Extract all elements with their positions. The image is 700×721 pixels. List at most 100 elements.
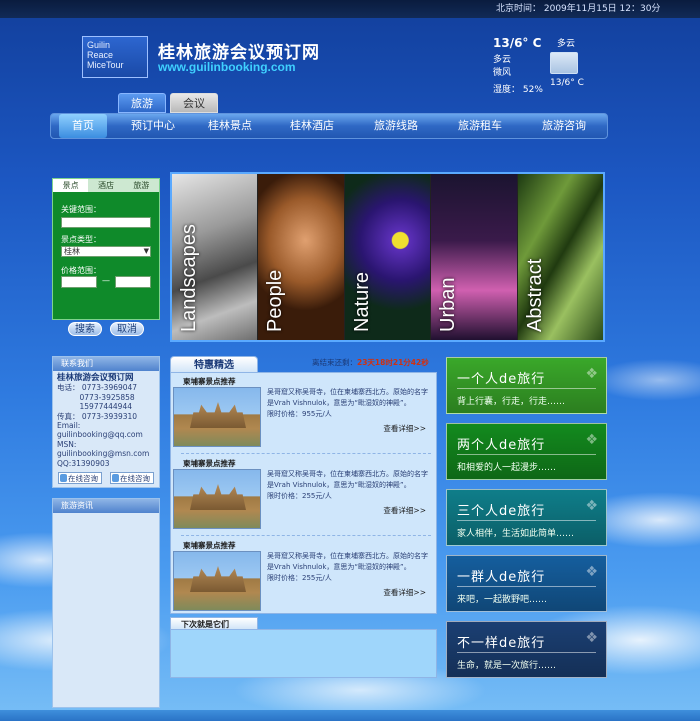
search-button[interactable]: 搜索 (68, 322, 102, 336)
banner-label: Landscapes (178, 224, 200, 332)
special-item-desc: 吴哥窟又称吴哥寺，位在柬埔寨西北方。原始的名字是Vrah Vishnulok，意… (267, 388, 428, 407)
logo-line: Guilin (87, 40, 111, 50)
online-consult-button-2[interactable]: 在线咨询 (110, 472, 154, 484)
promo-solo[interactable]: 一个人de旅行 背上行囊，行走，行走…… ❖ (446, 357, 607, 414)
countdown: 离结束还剩：23天18时21分42秒 (312, 357, 429, 368)
divider (181, 453, 431, 454)
special-item: 柬埔寨景点推荐 吴哥窟又称吴哥寺，位在柬埔寨西北方。原始的名字是Vrah Vis… (171, 537, 436, 615)
nav-hotels[interactable]: 桂林酒店 (279, 114, 345, 138)
special-item-title[interactable]: 柬埔寨景点推荐 (183, 376, 236, 387)
footprint-icon: ❖ (585, 630, 598, 646)
nav-consult[interactable]: 旅游咨询 (531, 114, 597, 138)
divider (181, 535, 431, 536)
type-select-value: 桂林 (64, 247, 80, 256)
contact-panel: 联系我们 桂林旅游会议预订网 电话： 0773-3969047 0773-392… (52, 356, 160, 488)
promo-different[interactable]: 不一样de旅行 生命，就是一次旅行…… ❖ (446, 621, 607, 678)
search-tab-hotels[interactable]: 酒店 (88, 179, 123, 192)
contact-line: 0773-3925858 (57, 392, 135, 402)
footprint-icon: ❖ (585, 564, 598, 580)
specials-panel: 柬埔寨景点推荐 吴哥窟又称吴哥寺，位在柬埔寨西北方。原始的名字是Vrah Vis… (170, 372, 437, 614)
footprint-icon: ❖ (585, 498, 598, 514)
footprint-icon: ❖ (585, 432, 598, 448)
search-tab-travel[interactable]: 旅游 (124, 179, 159, 192)
banner-panel-abstract[interactable]: Abstract (517, 174, 604, 340)
search-tab-attractions[interactable]: 景点 (53, 179, 89, 192)
nav-home[interactable]: 首页 (59, 114, 107, 138)
special-item: 柬埔寨景点推荐 吴哥窟又称吴哥寺，位在柬埔寨西北方。原始的名字是Vrah Vis… (171, 373, 436, 451)
logo-line: MiceTour (87, 60, 124, 70)
online-consult-button[interactable]: 在线咨询 (58, 472, 102, 484)
news-header: 旅游资讯 (53, 499, 159, 513)
bottom-bar (0, 710, 700, 721)
contact-line: guilinbooking@qq.com (57, 430, 143, 440)
special-item-image[interactable] (173, 469, 261, 529)
promo-family[interactable]: 三个人de旅行 家人相伴，生活如此简单…… ❖ (446, 489, 607, 546)
contact-header: 联系我们 (53, 357, 159, 371)
promo-group[interactable]: 一群人de旅行 来吧，一起散野吧…… ❖ (446, 555, 607, 612)
keyword-label: 关键范围： (61, 205, 101, 214)
special-item-price: 限时价格：955元/人 (267, 410, 332, 418)
promo-subtitle: 背上行囊，行走，行走…… (457, 397, 566, 407)
type-label: 景点类型： (61, 235, 101, 244)
keyword-input[interactable] (61, 217, 151, 228)
next-panel (170, 629, 437, 678)
countdown-value: 23天18时21分42秒 (357, 358, 429, 367)
promo-subtitle: 来吧，一起散野吧…… (457, 595, 548, 605)
price-max-input[interactable] (115, 276, 151, 288)
contact-line: MSN: (57, 439, 77, 449)
special-item-desc: 吴哥窟又称吴哥寺，位在柬埔寨西北方。原始的名字是Vrah Vishnulok，意… (267, 552, 428, 571)
site-url[interactable]: www.guilinbooking.com (158, 60, 296, 74)
cancel-button[interactable]: 取消 (110, 322, 144, 336)
special-item: 柬埔寨景点推荐 吴哥窟又称吴哥寺，位在柬埔寨西北方。原始的名字是Vrah Vis… (171, 455, 436, 533)
news-panel: 旅游资讯 (52, 498, 160, 708)
nav-car-rental[interactable]: 旅游租车 (447, 114, 513, 138)
banner-label: Urban (437, 277, 460, 332)
price-dash: — (102, 276, 110, 285)
chevron-down-icon: ▼ (143, 247, 149, 255)
tab-meeting[interactable]: 会议 (170, 93, 218, 113)
countdown-label: 离结束还剩： (312, 358, 357, 367)
promo-couple[interactable]: 两个人de旅行 和相爱的人一起漫步…… ❖ (446, 423, 607, 480)
banner-panel-landscapes[interactable]: Landscapes (172, 174, 259, 340)
contact-line: QQ:31390903 (57, 458, 110, 468)
tab-travel[interactable]: 旅游 (118, 93, 166, 113)
contact-line: 传真： 0773-3939310 (57, 411, 138, 421)
photo-banner: Landscapes People Nature Urban Abstract (170, 172, 605, 342)
banner-panel-urban[interactable]: Urban (431, 174, 518, 340)
special-item-desc: 吴哥窟又称吴哥寺，位在柬埔寨西北方。原始的名字是Vrah Vishnulok，意… (267, 470, 428, 489)
contact-line: guilinbooking@msn.com (57, 449, 150, 459)
contact-name: 桂林旅游会议预订网 (57, 373, 134, 383)
price-min-input[interactable] (61, 276, 97, 288)
top-bar: 北京时间： 2009年11月15日 12：30分 (0, 0, 700, 18)
nav-booking[interactable]: 预订中心 (117, 114, 189, 138)
nav-routes[interactable]: 旅游线路 (363, 114, 429, 138)
main-nav: 首页 预订中心 桂林景点 桂林酒店 旅游线路 旅游租车 旅游咨询 (50, 113, 608, 139)
cloudy-icon (550, 52, 578, 74)
special-item-price: 限时价格：255元/人 (267, 492, 332, 500)
banner-label: Nature (350, 271, 373, 332)
banner-label: People (264, 269, 287, 332)
banner-panel-people[interactable]: People (258, 174, 345, 340)
search-panel: 景点 酒店 旅游 关键范围： 景点类型： 桂林 ▼ 价格范围： — (52, 178, 160, 320)
online-consult-label: 在线咨询 (120, 474, 150, 483)
nav-attractions[interactable]: 桂林景点 (197, 114, 263, 138)
chat-icon (112, 474, 119, 482)
special-item-image[interactable] (173, 387, 261, 447)
special-item-image[interactable] (173, 551, 261, 611)
special-item-title[interactable]: 柬埔寨景点推荐 (183, 458, 236, 469)
special-item-price: 限时价格：255元/人 (267, 574, 332, 582)
type-select[interactable]: 桂林 ▼ (61, 246, 151, 257)
banner-panel-nature[interactable]: Nature (344, 174, 432, 340)
price-label: 价格范围： (61, 266, 101, 275)
special-item-more-link[interactable]: 查看详细>> (383, 505, 426, 516)
contact-line: 电话： 0773-3969047 (57, 383, 138, 393)
banner-label: Abstract (523, 258, 546, 332)
weather-cloud-label: 多云 (557, 39, 576, 49)
special-item-title[interactable]: 柬埔寨景点推荐 (183, 540, 236, 551)
contact-line: 15977444944 (57, 402, 132, 412)
footprint-icon: ❖ (585, 366, 598, 382)
special-item-more-link[interactable]: 查看详细>> (383, 423, 426, 434)
special-item-more-link[interactable]: 查看详细>> (383, 587, 426, 598)
promo-title: 不一样de旅行 (457, 636, 546, 651)
logo[interactable]: Guilin Reace MiceTour (82, 36, 148, 78)
